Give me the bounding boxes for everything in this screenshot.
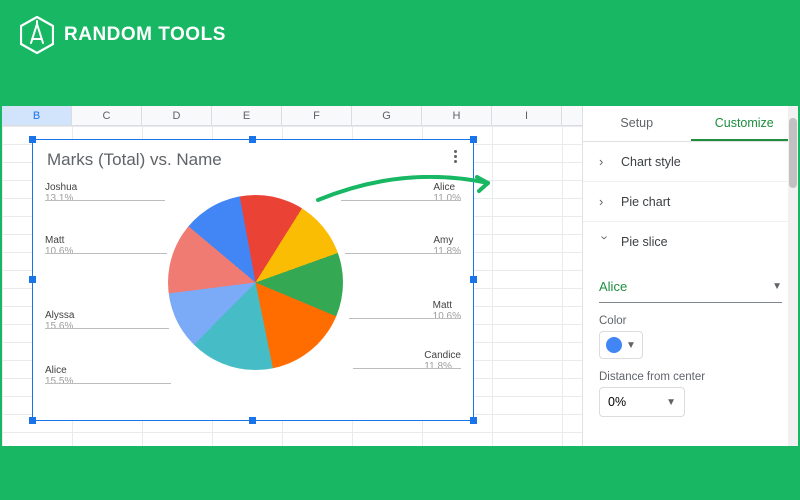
column-header[interactable]: E [212, 106, 282, 125]
column-header[interactable]: I [492, 106, 562, 125]
column-header[interactable]: D [142, 106, 212, 125]
logo-hex-icon [20, 16, 54, 54]
brand-name: RANDOM TOOLS [64, 24, 226, 46]
chevron-right-icon: › [599, 154, 611, 169]
section-chart-style[interactable]: › Chart style [583, 142, 798, 182]
caret-down-icon: ▼ [626, 340, 636, 351]
column-header[interactable]: G [352, 106, 422, 125]
brand-logo: RANDOM TOOLS [20, 16, 226, 54]
scrollbar-thumb[interactable] [789, 118, 797, 188]
resize-handle[interactable] [249, 417, 256, 424]
section-pie-chart[interactable]: › Pie chart [583, 182, 798, 222]
column-headers: BCDEFGHI [2, 106, 582, 126]
section-label: Pie slice [621, 235, 668, 249]
chart-editor-panel: Setup Customize › Chart style › Pie char… [583, 106, 798, 446]
spreadsheet-area[interactable]: BCDEFGHI Marks (Total) vs. Name Alice11.… [2, 106, 583, 446]
color-label: Color [599, 315, 782, 327]
resize-handle[interactable] [29, 136, 36, 143]
distance-value: 0% [608, 395, 626, 409]
tab-setup[interactable]: Setup [583, 116, 691, 141]
color-picker-button[interactable]: ▼ [599, 331, 643, 359]
resize-handle[interactable] [470, 417, 477, 424]
caret-down-icon: ▼ [666, 397, 676, 408]
section-label: Pie chart [621, 195, 670, 209]
column-header[interactable]: F [282, 106, 352, 125]
resize-handle[interactable] [249, 136, 256, 143]
panel-scrollbar[interactable] [788, 106, 798, 446]
slice-dropdown-value: Alice [599, 279, 627, 294]
slice-dropdown[interactable]: Alice ▼ [599, 271, 782, 303]
resize-handle[interactable] [470, 136, 477, 143]
column-header[interactable]: B [2, 106, 72, 125]
tab-customize[interactable]: Customize [691, 116, 799, 141]
distance-label: Distance from center [599, 371, 782, 383]
chevron-down-icon: › [598, 236, 613, 248]
embedded-chart[interactable]: Marks (Total) vs. Name Alice11.0%Amy11.8… [32, 139, 474, 421]
caret-down-icon: ▼ [772, 281, 782, 292]
chart-menu-icon[interactable] [447, 148, 463, 164]
pie-chart[interactable] [168, 195, 343, 370]
distance-dropdown[interactable]: 0% ▼ [599, 387, 685, 417]
app-frame: BCDEFGHI Marks (Total) vs. Name Alice11.… [2, 106, 798, 446]
chevron-right-icon: › [599, 194, 611, 209]
color-swatch [606, 337, 622, 353]
resize-handle[interactable] [470, 276, 477, 283]
column-header[interactable]: C [72, 106, 142, 125]
column-header[interactable]: H [422, 106, 492, 125]
section-label: Chart style [621, 155, 681, 169]
section-pie-slice[interactable]: › Pie slice [583, 222, 798, 261]
chart-title: Marks (Total) vs. Name [33, 140, 473, 170]
resize-handle[interactable] [29, 276, 36, 283]
resize-handle[interactable] [29, 417, 36, 424]
